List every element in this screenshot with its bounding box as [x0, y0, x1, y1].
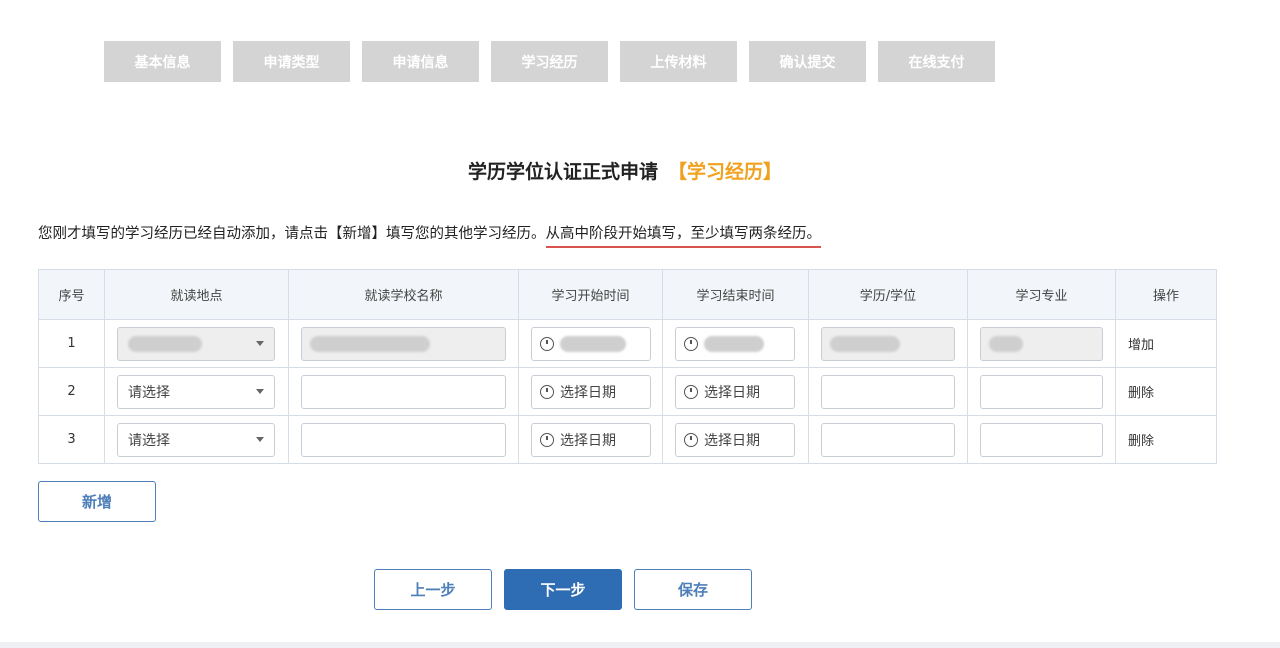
table-row: 1 增加 — [38, 319, 1217, 368]
header-school: 就读学校名称 — [288, 269, 519, 320]
save-button[interactable]: 保存 — [634, 569, 752, 610]
clock-icon — [540, 336, 554, 351]
delete-row-link[interactable]: 删除 — [1128, 386, 1154, 401]
step-confirm-submit[interactable]: 确认提交 — [749, 41, 866, 82]
header-index: 序号 — [38, 269, 105, 320]
school-name-input[interactable] — [301, 374, 506, 409]
degree-input[interactable] — [821, 326, 955, 361]
header-action: 操作 — [1115, 269, 1217, 320]
chevron-down-icon — [256, 341, 264, 346]
next-step-button[interactable]: 下一步 — [504, 569, 622, 610]
prev-step-button[interactable]: 上一步 — [374, 569, 492, 610]
end-date-picker[interactable]: 选择日期 — [675, 374, 795, 409]
instruction-part1: 您刚才填写的学习经历已经自动添加，请点击【新增】填写您的其他学习经历。 — [38, 226, 546, 242]
clock-icon — [684, 336, 698, 351]
row-index: 1 — [38, 319, 105, 368]
step-application-info[interactable]: 申请信息 — [362, 41, 479, 82]
major-input[interactable] — [980, 374, 1103, 409]
degree-input[interactable] — [821, 422, 955, 457]
header-location: 就读地点 — [104, 269, 289, 320]
clock-icon — [684, 384, 698, 399]
blurred-value — [310, 335, 430, 352]
blurred-value — [830, 335, 900, 352]
delete-row-link[interactable]: 删除 — [1128, 434, 1154, 449]
school-name-input[interactable] — [301, 422, 506, 457]
table-row: 2 请选择 选择日期 选择日期 删除 — [38, 367, 1217, 416]
table-row: 3 请选择 选择日期 选择日期 删除 — [38, 415, 1217, 464]
step-study-history[interactable]: 学习经历 — [491, 41, 608, 82]
major-input[interactable] — [980, 326, 1103, 361]
location-select-value: 请选择 — [128, 384, 170, 401]
major-input[interactable] — [980, 422, 1103, 457]
add-row-link[interactable]: 增加 — [1128, 338, 1154, 353]
chevron-down-icon — [256, 389, 264, 394]
location-select-value: 请选择 — [128, 432, 170, 449]
add-row-button[interactable]: 新增 — [38, 481, 156, 522]
end-date-picker[interactable]: 选择日期 — [675, 422, 795, 457]
start-date-placeholder: 选择日期 — [560, 384, 616, 401]
instruction-part2-underlined: 从高中阶段开始填写，至少填写两条经历。 — [545, 226, 821, 248]
blurred-value — [989, 335, 1023, 352]
end-date-placeholder: 选择日期 — [704, 432, 760, 449]
start-date-placeholder: 选择日期 — [560, 432, 616, 449]
step-online-payment[interactable]: 在线支付 — [878, 41, 995, 82]
clock-icon — [684, 432, 698, 447]
start-date-picker[interactable]: 选择日期 — [531, 422, 651, 457]
blurred-value — [560, 335, 626, 352]
degree-input[interactable] — [821, 374, 955, 409]
start-date-picker[interactable]: 选择日期 — [531, 374, 651, 409]
step-application-type[interactable]: 申请类型 — [233, 41, 350, 82]
school-name-input[interactable] — [301, 326, 506, 361]
location-select[interactable]: 请选择 — [117, 374, 275, 409]
blurred-value — [704, 335, 764, 352]
start-date-picker[interactable] — [531, 326, 651, 361]
header-start: 学习开始时间 — [518, 269, 663, 320]
header-degree: 学历/学位 — [808, 269, 968, 320]
clock-icon — [540, 384, 554, 399]
page-bottom-divider — [0, 642, 1280, 648]
location-select[interactable]: 请选择 — [117, 422, 275, 457]
page-title: 学历学位认证正式申请 【学习经历】 — [0, 157, 1250, 184]
row-index: 3 — [38, 415, 105, 464]
study-history-table: 序号 就读地点 就读学校名称 学习开始时间 学习结束时间 学历/学位 学习专业 … — [38, 269, 1217, 464]
page-title-highlight: 【学习经历】 — [668, 161, 783, 183]
header-end: 学习结束时间 — [662, 269, 809, 320]
row-index: 2 — [38, 367, 105, 416]
end-date-picker[interactable] — [675, 326, 795, 361]
chevron-down-icon — [256, 437, 264, 442]
step-nav: 基本信息 申请类型 申请信息 学习经历 上传材料 确认提交 在线支付 — [104, 41, 995, 82]
location-select[interactable] — [117, 326, 275, 361]
end-date-placeholder: 选择日期 — [704, 384, 760, 401]
clock-icon — [540, 432, 554, 447]
step-upload-materials[interactable]: 上传材料 — [620, 41, 737, 82]
step-basic-info[interactable]: 基本信息 — [104, 41, 221, 82]
page-title-main: 学历学位认证正式申请 — [467, 161, 658, 183]
header-major: 学习专业 — [967, 269, 1116, 320]
table-header-row: 序号 就读地点 就读学校名称 学习开始时间 学习结束时间 学历/学位 学习专业 … — [38, 269, 1217, 320]
instruction-text: 您刚才填写的学习经历已经自动添加，请点击【新增】填写您的其他学习经历。从高中阶段… — [38, 222, 821, 248]
blurred-value — [128, 335, 202, 352]
